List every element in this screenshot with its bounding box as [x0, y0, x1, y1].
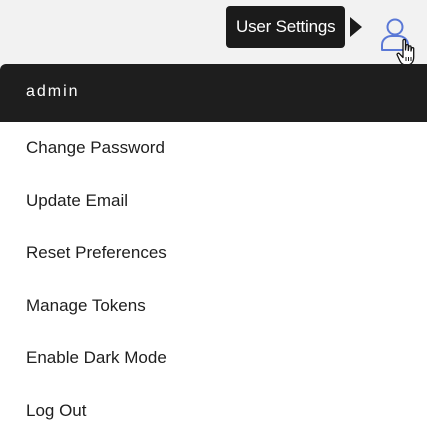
top-bar: User Settings: [0, 0, 427, 66]
menu-item-log-out[interactable]: Log Out: [0, 385, 427, 437]
user-icon: [381, 18, 409, 51]
menu-item-update-email[interactable]: Update Email: [0, 175, 427, 228]
menu-item-enable-dark-mode[interactable]: Enable Dark Mode: [0, 332, 427, 385]
menu-item-manage-tokens[interactable]: Manage Tokens: [0, 280, 427, 333]
menu-item-reset-preferences[interactable]: Reset Preferences: [0, 227, 427, 280]
tooltip-arrow: [350, 17, 362, 37]
user-settings-tooltip: User Settings: [226, 6, 346, 48]
user-dropdown-menu: admin Change Password Update Email Reset…: [0, 64, 427, 437]
tooltip-text: User Settings: [236, 17, 336, 36]
menu-list: Change Password Update Email Reset Prefe…: [0, 122, 427, 437]
user-settings-button[interactable]: [376, 14, 416, 56]
menu-header-username: admin: [0, 64, 427, 122]
menu-item-change-password[interactable]: Change Password: [0, 122, 427, 175]
